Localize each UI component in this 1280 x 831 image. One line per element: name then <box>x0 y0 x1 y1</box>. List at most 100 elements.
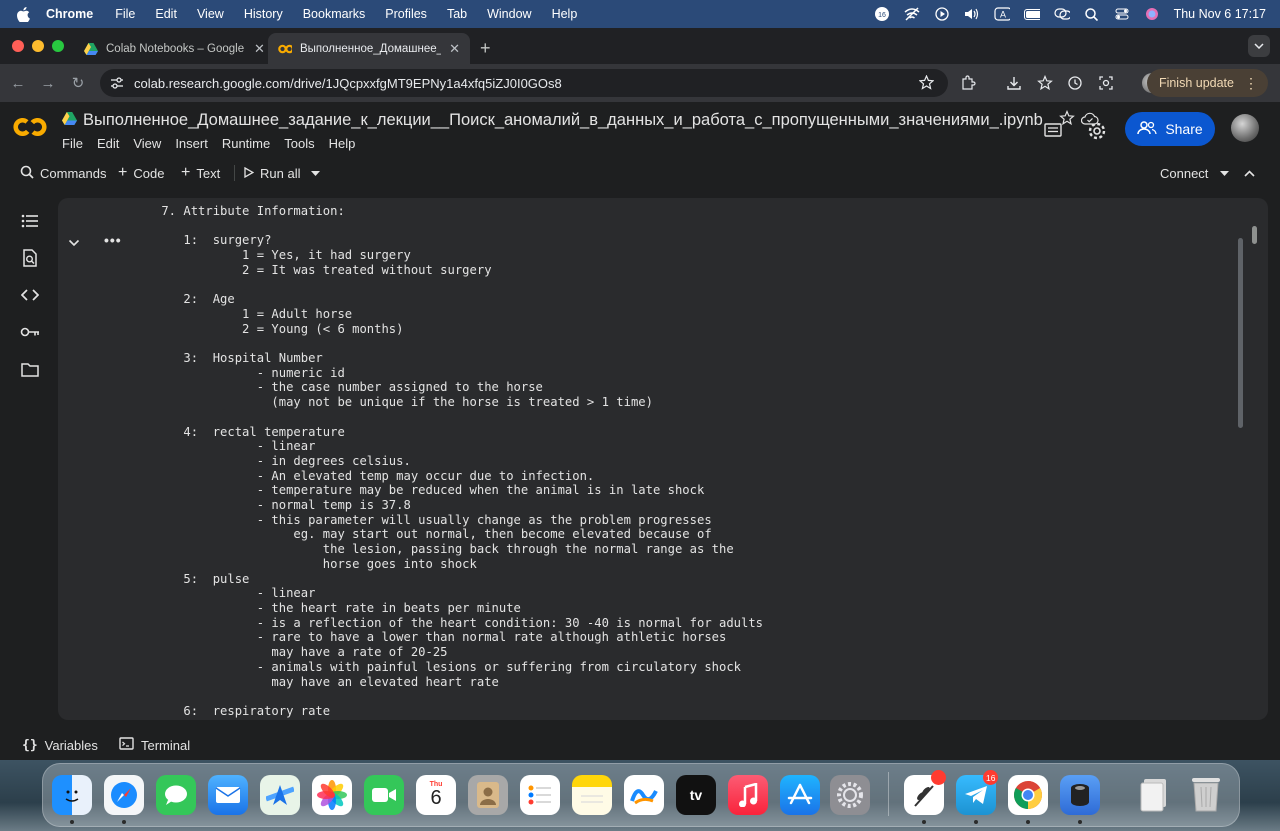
variables-button[interactable]: {} Variables <box>22 738 98 753</box>
freeform-icon[interactable] <box>624 775 664 815</box>
volume-icon[interactable] <box>964 6 980 22</box>
connect-button[interactable]: Connect <box>1160 166 1208 181</box>
collapse-section-chevron-icon[interactable] <box>68 234 80 252</box>
close-window-button[interactable] <box>12 40 24 52</box>
messages-icon[interactable] <box>156 775 196 815</box>
finder-icon[interactable] <box>52 775 92 815</box>
notebook-title[interactable]: Выполненное_Домашнее_задание_к_лекции__П… <box>83 111 1043 130</box>
app-store-icon[interactable] <box>780 775 820 815</box>
collapse-header-icon[interactable] <box>1244 169 1255 177</box>
menu-runtime[interactable]: Runtime <box>222 136 270 151</box>
play-circle-icon[interactable] <box>934 6 950 22</box>
search-icon[interactable] <box>1084 6 1100 22</box>
menu-view[interactable]: View <box>133 136 161 151</box>
terminal-icon <box>119 737 134 753</box>
minimize-window-button[interactable] <box>32 40 44 52</box>
menu-history[interactable]: History <box>244 7 283 21</box>
extensions-icon[interactable] <box>958 73 978 93</box>
menu-view[interactable]: View <box>197 7 224 21</box>
system-settings-icon[interactable] <box>830 775 870 815</box>
chrome-icon[interactable] <box>1008 775 1048 815</box>
safari-icon[interactable] <box>104 775 144 815</box>
reminders-icon[interactable] <box>520 775 560 815</box>
comments-icon[interactable] <box>1042 120 1064 142</box>
battery-icon[interactable] <box>1023 6 1040 22</box>
menu-tab[interactable]: Tab <box>447 7 467 21</box>
connect-dropdown-icon[interactable] <box>1220 170 1229 176</box>
facetime-icon[interactable] <box>364 775 404 815</box>
files-folder-icon[interactable] <box>20 359 40 379</box>
table-of-contents-icon[interactable] <box>20 211 40 231</box>
add-code-button[interactable]: + Code <box>118 164 164 182</box>
menu-help[interactable]: Help <box>552 7 578 21</box>
control-center-icon[interactable] <box>1114 6 1130 22</box>
colab-logo[interactable] <box>13 116 47 143</box>
forward-arrow-icon[interactable]: → <box>38 73 58 93</box>
close-tab-icon[interactable]: ✕ <box>254 41 265 57</box>
cell-scrollbar[interactable] <box>1238 238 1243 428</box>
commands-button[interactable]: Commands <box>20 165 106 182</box>
wifi-off-icon[interactable] <box>904 6 920 22</box>
site-settings-icon[interactable] <box>110 77 124 89</box>
menu-help[interactable]: Help <box>329 136 356 151</box>
contacts-icon[interactable] <box>468 775 508 815</box>
bookmarks-icon[interactable] <box>1035 73 1055 93</box>
zoom-window-button[interactable] <box>52 40 64 52</box>
apple-icon[interactable] <box>17 6 33 22</box>
share-button[interactable]: Share <box>1125 112 1215 146</box>
add-text-button[interactable]: + Text <box>181 164 220 182</box>
tab-search-chevron-icon[interactable] <box>1248 35 1270 57</box>
bookmark-star-icon[interactable] <box>918 74 935 93</box>
menu-profiles[interactable]: Profiles <box>385 7 427 21</box>
account-avatar[interactable] <box>1231 114 1259 142</box>
music-icon[interactable] <box>728 775 768 815</box>
notes-icon[interactable] <box>572 775 612 815</box>
finish-update-button[interactable]: Finish update ⋮ <box>1146 69 1268 97</box>
menu-bookmarks[interactable]: Bookmarks <box>303 7 366 21</box>
page-scrollbar[interactable] <box>1252 226 1257 244</box>
menu-insert[interactable]: Insert <box>175 136 208 151</box>
secrets-key-icon[interactable] <box>20 322 40 342</box>
screenshot-icon[interactable] <box>1096 73 1116 93</box>
history-icon[interactable] <box>1065 73 1085 93</box>
tab-notebook[interactable]: Выполненное_Домашнее_з ✕ <box>268 33 470 64</box>
close-tab-icon[interactable]: ✕ <box>449 41 460 57</box>
running-indicator <box>922 820 926 824</box>
menu-tools[interactable]: Tools <box>284 136 314 151</box>
run-all-dropdown-icon[interactable] <box>311 170 320 176</box>
app-menu-chrome[interactable]: Chrome <box>46 7 93 21</box>
photos-icon[interactable] <box>312 775 352 815</box>
tab-colab-notebooks[interactable]: Colab Notebooks – Google Д ✕ <box>74 33 275 64</box>
maps-icon[interactable] <box>260 775 300 815</box>
menu-file[interactable]: File <box>115 7 135 21</box>
url-text[interactable]: colab.research.google.com/drive/1JQcpxxf… <box>134 76 562 91</box>
trash-icon[interactable] <box>1186 775 1226 815</box>
terminal-button[interactable]: Terminal <box>119 737 190 753</box>
address-bar[interactable]: colab.research.google.com/drive/1JQcpxxf… <box>100 69 948 97</box>
status-badge-icon[interactable]: 16 <box>874 6 890 22</box>
find-replace-icon[interactable] <box>20 248 40 268</box>
download-icon[interactable] <box>1004 73 1024 93</box>
siri-icon[interactable] <box>1144 6 1160 22</box>
menu-window[interactable]: Window <box>487 7 531 21</box>
menu-edit[interactable]: Edit <box>97 136 119 151</box>
google-drive-icon[interactable] <box>62 111 77 130</box>
back-arrow-icon[interactable]: ← <box>8 73 28 93</box>
input-source-icon[interactable]: A <box>993 6 1010 22</box>
disk-utility-icon[interactable] <box>1060 775 1100 815</box>
reload-icon[interactable]: ↻ <box>68 73 88 93</box>
menu-edit[interactable]: Edit <box>155 7 177 21</box>
settings-gear-icon[interactable] <box>1086 120 1108 142</box>
mail-icon[interactable] <box>208 775 248 815</box>
text-cell[interactable]: ••• 7. Attribute Information: 1: surgery… <box>58 198 1268 720</box>
menu-file[interactable]: File <box>62 136 83 151</box>
cell-more-options-icon[interactable]: ••• <box>104 232 122 248</box>
new-tab-button[interactable]: + <box>480 38 491 59</box>
documents-stack-icon[interactable] <box>1134 775 1174 815</box>
run-all-button[interactable]: Run all <box>244 166 300 181</box>
clock[interactable]: Thu Nov 6 17:17 <box>1174 7 1266 21</box>
code-snippets-icon[interactable] <box>20 285 40 305</box>
apple-tv-icon[interactable]: tv <box>676 775 716 815</box>
screen-mirror-icon[interactable] <box>1053 6 1070 22</box>
calendar-icon[interactable]: Thu 6 <box>416 775 456 815</box>
